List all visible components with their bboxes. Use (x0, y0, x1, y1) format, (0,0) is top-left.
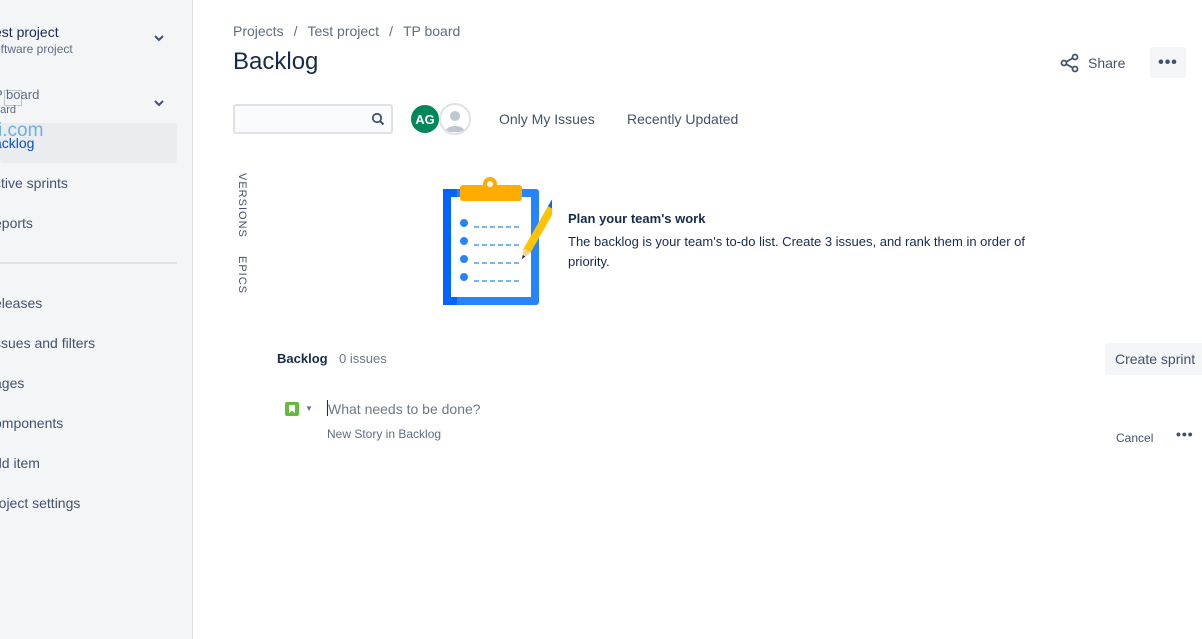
row-more-button[interactable]: ••• (1176, 426, 1194, 442)
cancel-button[interactable]: Cancel (1116, 431, 1153, 445)
page-title: Backlog (233, 48, 319, 75)
user-icon (445, 111, 465, 132)
project-type: oftware project (0, 42, 73, 56)
backlog-issue-count: 0 issues (339, 351, 387, 366)
tab-epics[interactable]: EPICS (236, 256, 248, 294)
sidebar-item-reports[interactable]: eports (0, 215, 33, 231)
avatar[interactable]: AG (409, 103, 441, 135)
sidebar-item-active-sprints[interactable]: ctive sprints (0, 175, 68, 191)
board-sublabel: oard (0, 104, 17, 116)
backlog-heading: Backlog (277, 351, 328, 366)
search-field[interactable] (233, 104, 393, 134)
sidebar-item-components[interactable]: omponents (0, 415, 63, 431)
share-icon (1060, 53, 1079, 73)
filter-recently-updated[interactable]: Recently Updated (627, 111, 738, 127)
board-selector[interactable]: P board (0, 88, 39, 101)
sidebar-item-issues-and-filters[interactable]: ssues and filters (0, 335, 95, 351)
story-type-icon[interactable] (285, 402, 299, 416)
share-label: Share (1088, 55, 1126, 71)
empty-state-description: The backlog is your team's to-do list. C… (568, 234, 1025, 269)
project-header[interactable]: est project oftware project (0, 24, 73, 56)
share-button[interactable]: Share (1060, 52, 1125, 74)
breadcrumb-separator: / (293, 23, 298, 39)
clipboard-illustration (440, 175, 559, 312)
search-icon[interactable] (371, 112, 385, 131)
empty-state-title: Plan your team's work (568, 211, 706, 226)
sidebar-item-releases[interactable]: eleases (0, 295, 42, 311)
sidebar-item-add-item[interactable]: dd item (0, 455, 40, 471)
chevron-down-icon[interactable] (154, 96, 164, 110)
breadcrumb-tp-board[interactable]: TP board (403, 23, 460, 39)
breadcrumb: Projects / Test project / TP board (233, 23, 460, 39)
caret-down-icon[interactable]: ▼ (305, 404, 313, 413)
tab-versions[interactable]: VERSIONS (236, 173, 248, 238)
create-sprint-button[interactable]: Create sprint (1105, 343, 1202, 375)
sidebar-item-project-settings[interactable]: roject settings (0, 495, 80, 511)
chevron-down-icon[interactable] (154, 31, 164, 45)
more-actions-button[interactable]: ••• (1150, 47, 1186, 78)
search-input[interactable] (235, 106, 360, 132)
sidebar-divider (0, 262, 177, 264)
avatar-unassigned[interactable] (439, 103, 471, 135)
breadcrumb-projects[interactable]: Projects (233, 23, 284, 39)
new-issue-hint: New Story in Backlog (327, 427, 442, 441)
breadcrumb-test-project[interactable]: Test project (307, 23, 379, 39)
sidebar-item-backlog[interactable]: acklog (0, 135, 34, 151)
new-issue-input[interactable] (328, 400, 1028, 418)
breadcrumb-separator: / (389, 23, 393, 39)
project-name: est project (0, 24, 59, 40)
sidebar: est project oftware project P board oard… (0, 0, 193, 639)
sidebar-item-pages[interactable]: ages (0, 375, 24, 391)
filter-only-my-issues[interactable]: Only My Issues (499, 111, 595, 127)
